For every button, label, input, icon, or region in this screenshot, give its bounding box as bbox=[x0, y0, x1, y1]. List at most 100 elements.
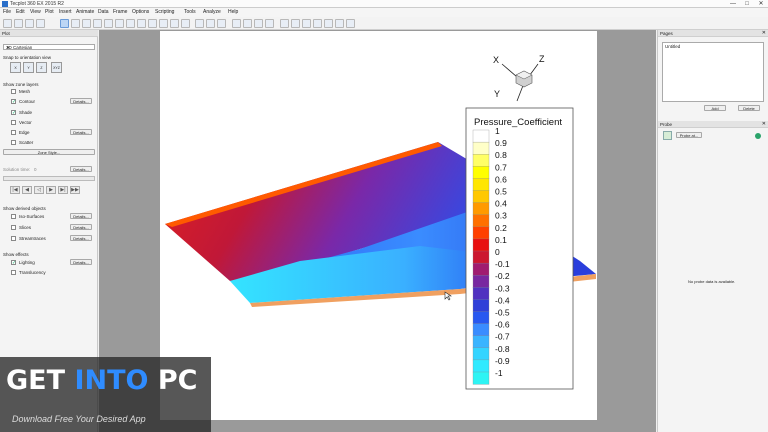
iso-details-button[interactable]: Details... bbox=[70, 213, 92, 219]
plot-frame[interactable]: X Z Y Pressure_Coefficient 1 0.9 0.8 0.7 0.6… bbox=[160, 31, 597, 420]
contour-tool-icon[interactable] bbox=[254, 19, 263, 28]
menu-frame[interactable]: Frame bbox=[113, 9, 127, 15]
slices-checkbox[interactable] bbox=[11, 225, 16, 230]
orient-z-button[interactable]: Z bbox=[36, 62, 47, 73]
shade-checkbox[interactable]: ✓ bbox=[11, 110, 16, 116]
contour-checkbox[interactable]: ✓ bbox=[11, 99, 16, 105]
scatter-checkbox[interactable] bbox=[11, 140, 16, 145]
legend-swatch bbox=[472, 287, 490, 300]
delete-page-button[interactable]: Delete bbox=[738, 105, 760, 111]
legend-swatch bbox=[472, 214, 490, 228]
scatter-label: Scatter bbox=[19, 140, 34, 145]
rotate-x-icon[interactable] bbox=[159, 19, 168, 28]
step-back-icon[interactable]: ◀ bbox=[22, 186, 32, 194]
menu-analyze[interactable]: Analyze bbox=[203, 9, 221, 15]
circle-draw-icon[interactable] bbox=[313, 19, 322, 28]
contour-legend[interactable]: Pressure_Coefficient 1 0.9 0.8 0.7 0.6 0.5 0.4… bbox=[465, 107, 574, 390]
slices-details-button[interactable]: Details... bbox=[70, 224, 92, 230]
help-icon[interactable] bbox=[755, 133, 761, 139]
line-draw-icon[interactable] bbox=[280, 19, 289, 28]
contour-details-button[interactable]: Details... bbox=[70, 98, 92, 104]
edge-details-button[interactable]: Details... bbox=[70, 129, 92, 135]
zone-style-button[interactable]: Zone Style... bbox=[3, 149, 95, 155]
time-slider[interactable] bbox=[3, 176, 95, 181]
add-page-button[interactable]: Add bbox=[704, 105, 726, 111]
iso-surfaces-label: Iso-Surfaces bbox=[19, 214, 45, 219]
last-frame-icon[interactable]: ▶▶ bbox=[70, 186, 80, 194]
maximize-button[interactable]: □ bbox=[740, 0, 754, 8]
menu-file[interactable]: File bbox=[3, 9, 11, 15]
solution-time-details-button[interactable]: Details... bbox=[70, 166, 92, 172]
legend-label: 0.8 bbox=[495, 150, 507, 160]
polyline-draw-icon[interactable] bbox=[335, 19, 344, 28]
orient-x-button[interactable]: X bbox=[10, 62, 21, 73]
spherical-rotate-icon[interactable] bbox=[126, 19, 135, 28]
legend-label: -0.5 bbox=[495, 308, 510, 318]
probe-tool-icon[interactable] bbox=[82, 19, 91, 28]
mesh-checkbox[interactable] bbox=[11, 89, 16, 94]
page-item[interactable]: Untitled bbox=[665, 44, 680, 49]
orient-xyz-button[interactable]: XYZ bbox=[51, 62, 62, 73]
translate-icon[interactable] bbox=[104, 19, 113, 28]
translucency-checkbox[interactable] bbox=[11, 270, 16, 275]
zoom-icon[interactable] bbox=[93, 19, 102, 28]
rotate-icon[interactable] bbox=[115, 19, 124, 28]
close-button[interactable]: ✕ bbox=[754, 0, 768, 8]
legend-swatch bbox=[472, 190, 490, 204]
vector-checkbox[interactable] bbox=[11, 120, 16, 125]
roller-ball-icon[interactable] bbox=[137, 19, 146, 28]
step-forward-icon[interactable]: ▶| bbox=[58, 186, 68, 194]
image-tool-icon[interactable] bbox=[346, 19, 355, 28]
streamtraces-details-button[interactable]: Details... bbox=[70, 235, 92, 241]
streamtraces-checkbox[interactable] bbox=[11, 236, 16, 241]
close-icon[interactable]: ✕ bbox=[762, 30, 766, 36]
slice-tool-icon[interactable] bbox=[243, 19, 252, 28]
adjust-tool-icon[interactable] bbox=[71, 19, 80, 28]
new-layout-icon[interactable] bbox=[3, 19, 12, 28]
menu-plot[interactable]: Plot bbox=[45, 9, 54, 15]
menu-help[interactable]: Help bbox=[228, 9, 238, 15]
rotate-y-icon[interactable] bbox=[170, 19, 179, 28]
legend-label: -0.3 bbox=[495, 283, 510, 293]
rotate-z-icon[interactable] bbox=[181, 19, 190, 28]
legend-label: -0.1 bbox=[495, 259, 510, 269]
orient-y-button[interactable]: Y bbox=[23, 62, 34, 73]
legend-swatch bbox=[472, 178, 490, 191]
menu-scripting[interactable]: Scripting bbox=[155, 9, 174, 15]
menu-insert[interactable]: Insert bbox=[59, 9, 72, 15]
redraw-icon[interactable] bbox=[195, 19, 204, 28]
twist-icon[interactable] bbox=[148, 19, 157, 28]
iso-surfaces-checkbox[interactable] bbox=[11, 214, 16, 219]
first-frame-icon[interactable]: |◀ bbox=[10, 186, 20, 194]
probe-icon[interactable] bbox=[663, 131, 672, 140]
lighting-details-button[interactable]: Details... bbox=[70, 259, 92, 265]
minimize-button[interactable]: — bbox=[726, 0, 740, 8]
menu-edit[interactable]: Edit bbox=[16, 9, 25, 15]
legend-swatch bbox=[472, 141, 490, 155]
text-tool-icon[interactable] bbox=[232, 19, 241, 28]
menu-data[interactable]: Data bbox=[98, 9, 109, 15]
square-draw-icon[interactable] bbox=[291, 19, 300, 28]
pages-list[interactable]: Untitled bbox=[662, 42, 764, 102]
menu-view[interactable]: View bbox=[30, 9, 41, 15]
probe-at-button[interactable]: Probe at... bbox=[676, 132, 702, 138]
close-icon[interactable]: ✕ bbox=[762, 121, 766, 127]
edge-checkbox[interactable] bbox=[11, 130, 16, 135]
menu-animate[interactable]: Animate bbox=[76, 9, 94, 15]
streamtrace-tool-icon[interactable] bbox=[265, 19, 274, 28]
plot-type-select[interactable]: 3D Cartesian ▼ bbox=[3, 44, 95, 50]
undo-icon[interactable] bbox=[217, 19, 226, 28]
menu-options[interactable]: Options bbox=[132, 9, 149, 15]
play-back-icon[interactable]: ◁ bbox=[34, 186, 44, 194]
play-icon[interactable]: ▶ bbox=[46, 186, 56, 194]
select-tool-icon[interactable] bbox=[60, 19, 69, 28]
print-icon[interactable] bbox=[36, 19, 45, 28]
menu-tools[interactable]: Tools bbox=[184, 9, 196, 15]
lighting-checkbox[interactable]: ✓ bbox=[11, 260, 16, 266]
open-icon[interactable] bbox=[14, 19, 23, 28]
rectangle-draw-icon[interactable] bbox=[302, 19, 311, 28]
save-icon[interactable] bbox=[25, 19, 34, 28]
effects-label: Show effects bbox=[3, 252, 29, 257]
ellipse-draw-icon[interactable] bbox=[324, 19, 333, 28]
refresh-icon[interactable] bbox=[206, 19, 215, 28]
